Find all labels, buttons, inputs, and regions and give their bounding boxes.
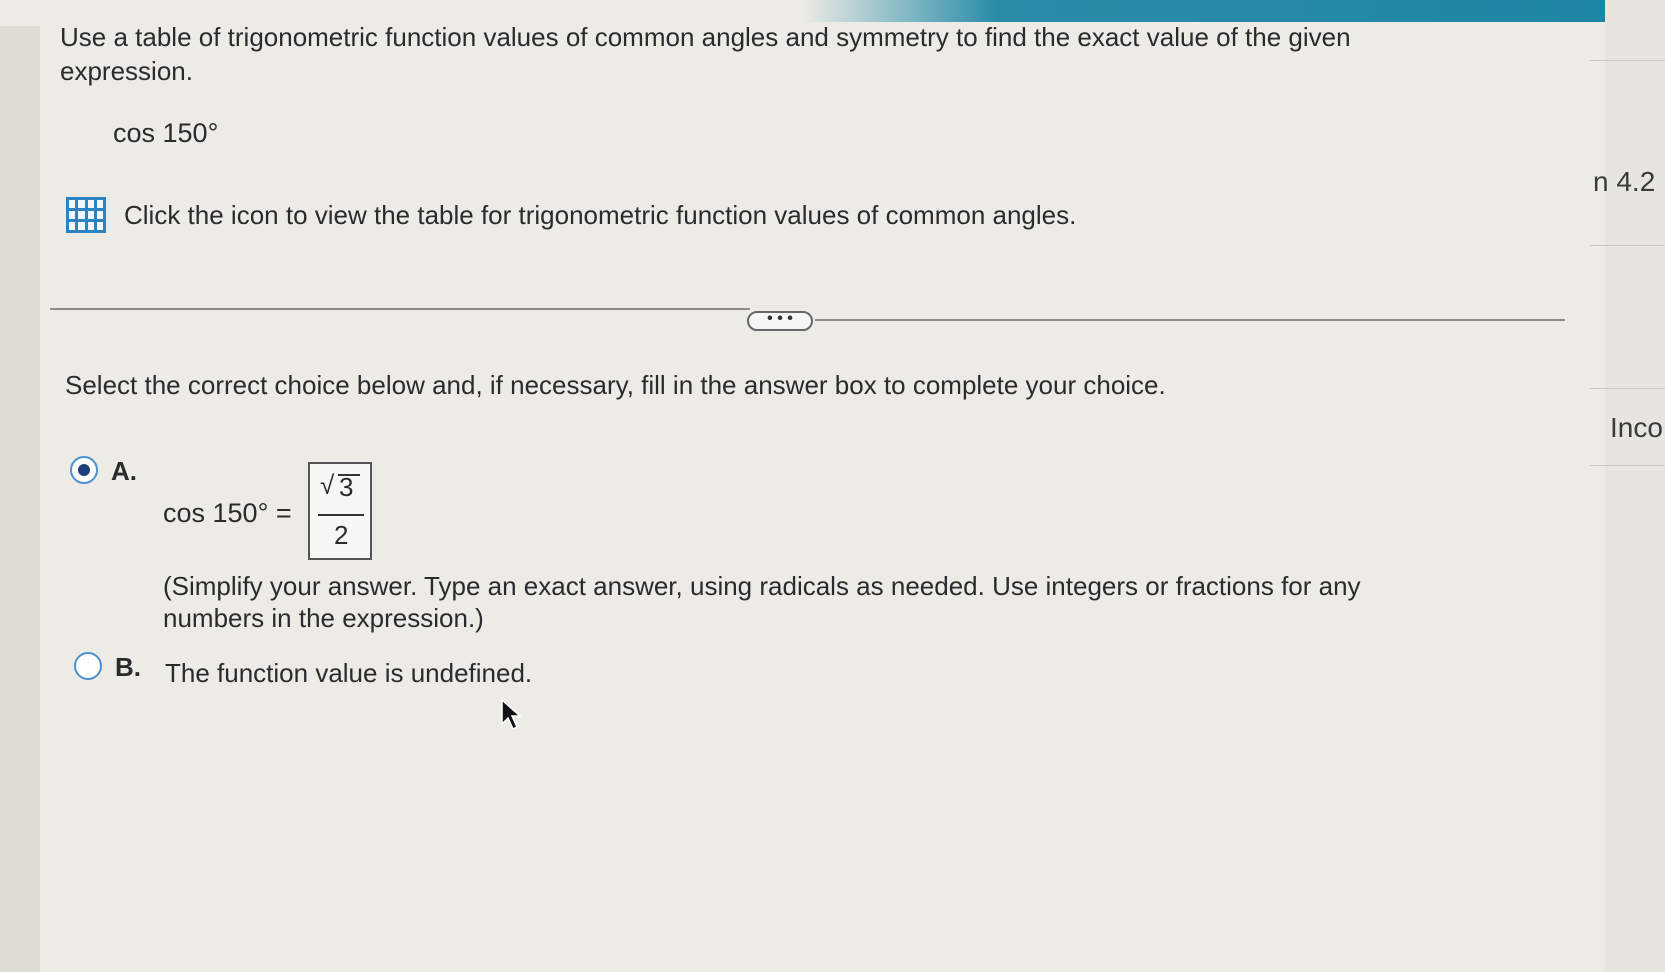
answer-denominator: 2 [334,520,349,550]
mouse-cursor-icon [501,698,522,731]
choice-b-text[interactable]: The function value is undefined. [165,658,532,689]
question-text: Use a table of trigonometric function va… [60,22,1351,86]
table-icon[interactable] [66,197,106,233]
choice-b-radio[interactable] [74,652,102,680]
sqrt-symbol: √ [320,470,335,500]
table-hint-text: Click the icon to view the table for tri… [124,200,1077,230]
divider [50,308,750,310]
answer-input-box[interactable]: √ 3 2 [308,462,372,560]
question-expression: cos 150° [113,118,219,148]
answer-instructions: (Simplify your answer. Type an exact ans… [163,571,1361,633]
choice-a-equation: cos 150° = [163,498,292,528]
question-content: Use a table of trigonometric function va… [0,0,1665,972]
choice-a-label[interactable]: A. [111,456,137,487]
choice-a-radio[interactable] [70,456,98,484]
instruction-text: Select the correct choice below and, if … [65,370,1166,400]
divider [815,319,1565,321]
answer-radicand: 3 [339,472,354,502]
choice-b-label[interactable]: B. [115,652,141,683]
show-more-button[interactable]: • • • [747,311,813,331]
fraction-bar [318,514,364,516]
